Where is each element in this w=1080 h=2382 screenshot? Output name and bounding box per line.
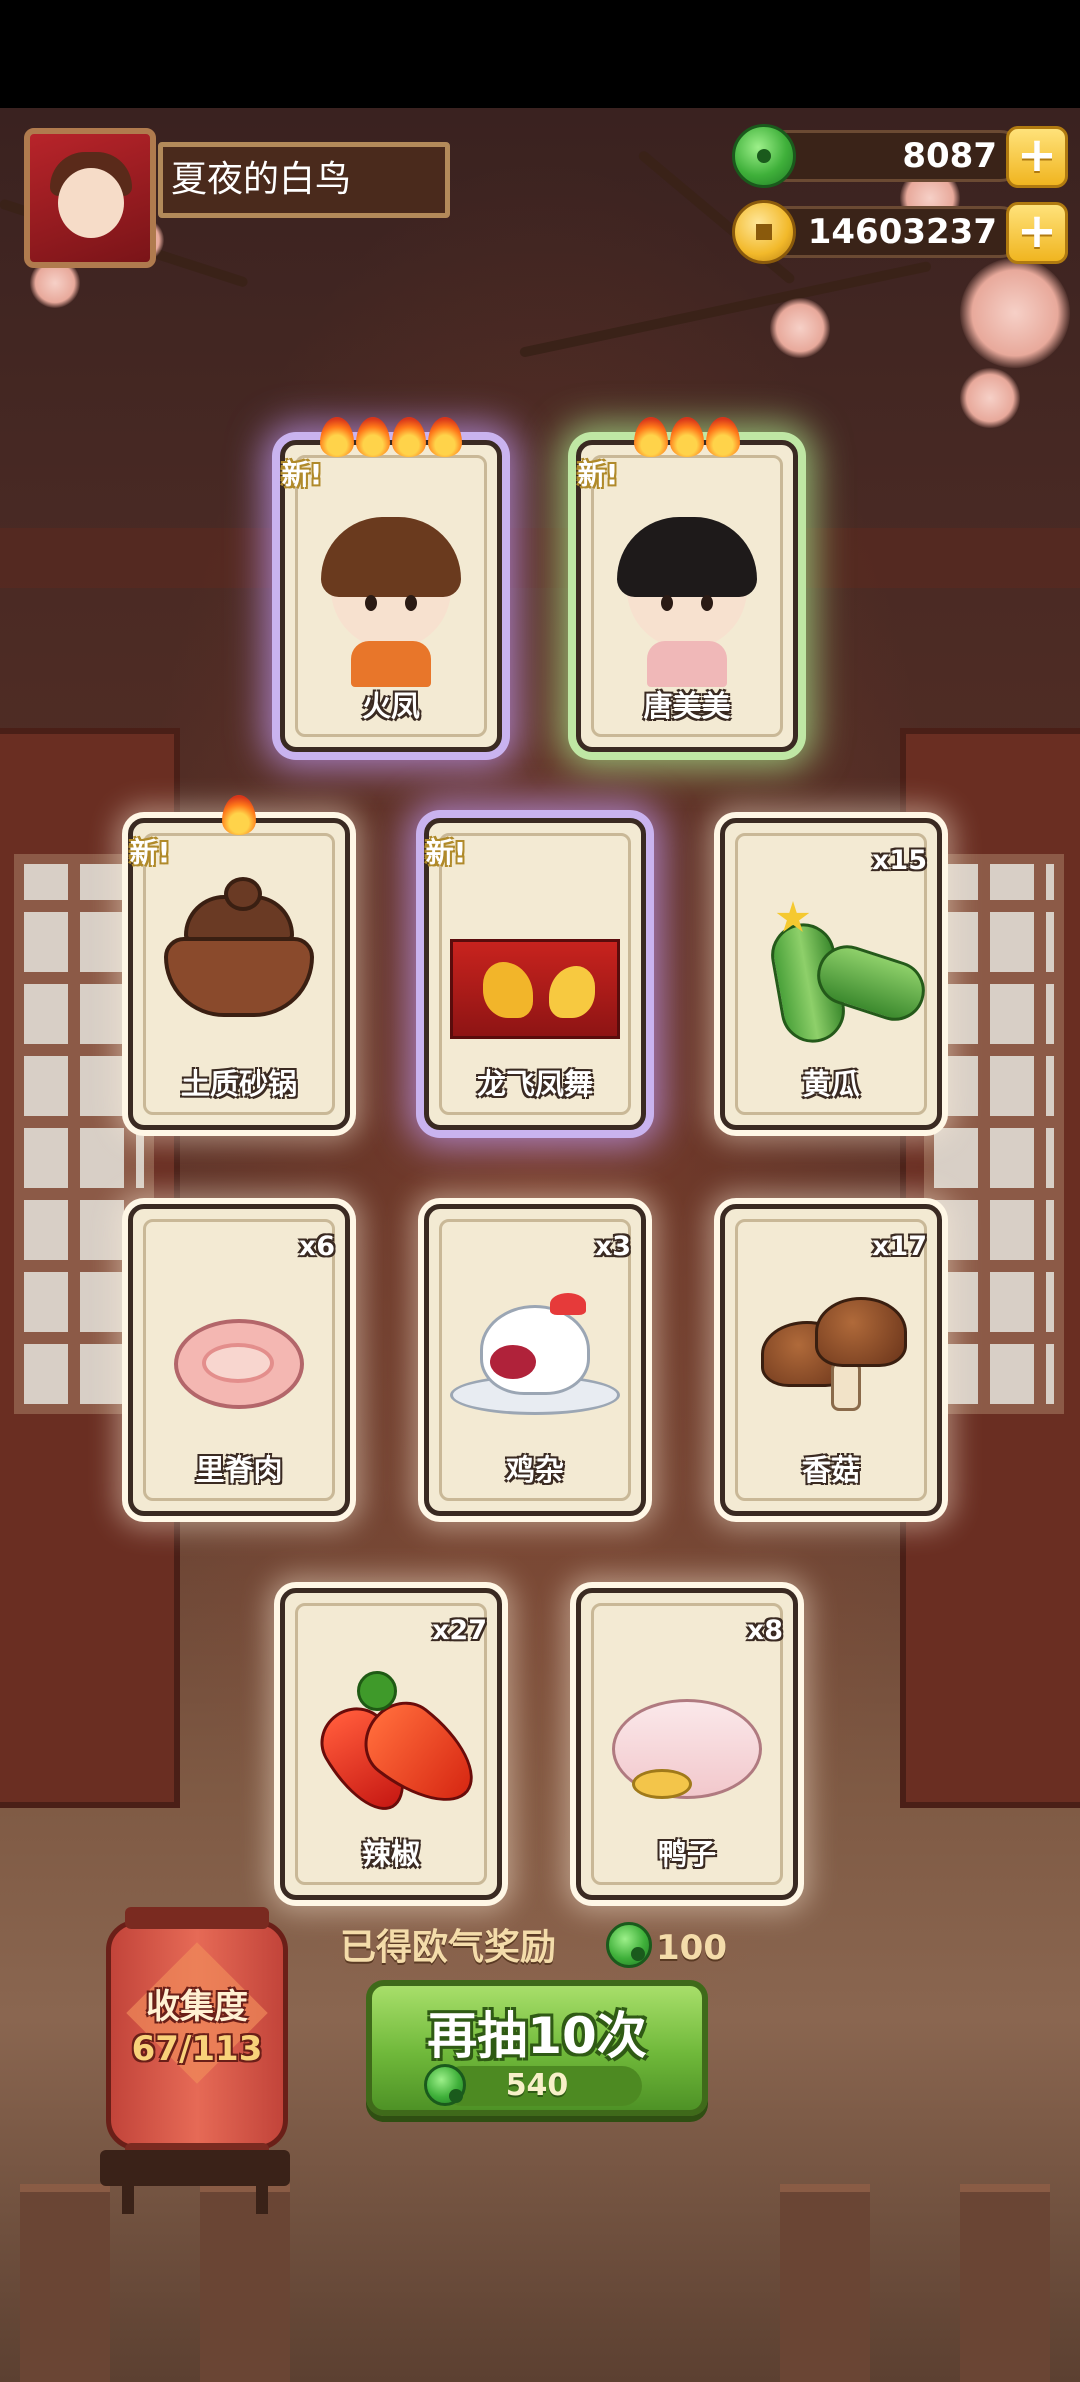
blossom-flower — [960, 258, 1070, 368]
character-portrait — [321, 517, 461, 687]
reward-card-dragon-phoenix[interactable]: 新! 龙飞凤舞 — [424, 818, 646, 1130]
collection-lantern-button[interactable]: 收集度 67/113 — [106, 1907, 288, 2165]
player-avatar[interactable] — [24, 128, 156, 268]
blossom-flower — [770, 298, 830, 358]
card-label: 里脊肉 — [195, 1453, 283, 1487]
character-outfit — [351, 641, 431, 687]
luck-reward-label: 已得欧气奖励 — [340, 1927, 557, 1968]
duck-icon — [602, 1679, 772, 1809]
reward-card-mushroom[interactable]: x17 香菇 — [720, 1204, 942, 1516]
reward-card-chicken-giblets[interactable]: x3 鸡杂 — [424, 1204, 646, 1516]
new-badge: 新! — [243, 451, 361, 501]
item-count: x6 — [298, 1231, 335, 1262]
eye — [661, 595, 673, 611]
clay-pot-icon — [164, 877, 314, 1017]
fence-post — [200, 2184, 290, 2382]
flame-icon — [670, 417, 704, 457]
avatar-face — [58, 168, 124, 238]
character-portrait — [617, 517, 757, 687]
add-coin-button[interactable]: + — [1006, 202, 1068, 264]
add-jade-button[interactable]: + — [1006, 126, 1068, 188]
card-label: 鸭子 — [657, 1837, 716, 1871]
new-badge: 新! — [91, 829, 209, 879]
eye — [365, 595, 377, 611]
card-label: 黄瓜 — [801, 1067, 860, 1101]
chicken-giblets-icon — [450, 1285, 620, 1425]
blossom-branch — [518, 260, 932, 358]
card-label: 鸡杂 — [505, 1453, 564, 1487]
eye — [701, 595, 713, 611]
draw-cost: 540 — [505, 2068, 569, 2103]
collection-progress: 67/113 — [131, 2029, 263, 2069]
item-count: x27 — [432, 1615, 487, 1646]
item-count: x17 — [872, 1231, 927, 1262]
dragon-dance-icon — [450, 939, 620, 1039]
reward-card-duck[interactable]: x8 鸭子 — [576, 1588, 798, 1900]
collection-label: 收集度 — [146, 1987, 248, 2027]
character-hair — [321, 517, 461, 597]
reward-card-cucumber[interactable]: x15 黄瓜 — [720, 818, 942, 1130]
fence-post — [780, 2184, 870, 2382]
reward-card-tangmeimei[interactable]: 新! 唐美美 — [576, 417, 798, 752]
item-count: x8 — [746, 1615, 783, 1646]
draw-again-button[interactable]: 再抽10次 540 — [366, 1980, 708, 2116]
flame-icon — [356, 417, 390, 457]
right-lattice-window — [924, 854, 1064, 1414]
character-head — [617, 517, 757, 687]
fence-post — [960, 2184, 1050, 2382]
flame-icon — [392, 417, 426, 457]
reward-card-clay-pot[interactable]: 新! 土质砂锅 — [128, 795, 350, 1130]
new-badge: 新! — [387, 829, 505, 879]
card-label: 香菇 — [801, 1453, 860, 1487]
jade-counter: 8087 — [760, 130, 1026, 182]
flame-icon — [222, 795, 256, 835]
item-count: x3 — [594, 1231, 631, 1262]
tenderloin-icon — [164, 1299, 314, 1419]
character-outfit — [647, 641, 727, 687]
lantern-stand — [100, 2150, 290, 2214]
card-label: 火凤 — [361, 689, 420, 723]
fence-post — [20, 2184, 110, 2382]
coin-icon — [732, 200, 796, 264]
player-name: 夏夜的白鸟 — [158, 142, 450, 218]
cucumber-icon — [746, 893, 933, 1048]
new-badge: 新! — [539, 451, 657, 501]
status-bar-area — [0, 0, 1080, 108]
chili-icon — [308, 1665, 493, 1826]
item-count: x15 — [872, 845, 927, 876]
reward-card-tenderloin[interactable]: x6 里脊肉 — [128, 1204, 350, 1516]
jade-icon — [606, 1922, 652, 1968]
card-label: 土质砂锅 — [180, 1067, 297, 1101]
draw-again-label: 再抽10次 — [427, 2007, 647, 2065]
flame-icon — [428, 417, 462, 457]
luck-reward-value: 100 — [656, 1928, 727, 1968]
character-head — [321, 517, 461, 687]
eye — [405, 595, 417, 611]
reward-card-chili[interactable]: x27 辣椒 — [280, 1588, 502, 1900]
character-hair — [617, 517, 757, 597]
wall-beam — [0, 528, 1080, 588]
flame-icon — [706, 417, 740, 457]
card-label: 龙飞凤舞 — [476, 1067, 593, 1101]
reward-card-huofeng[interactable]: 新! 火凤 — [280, 417, 502, 752]
card-label: 辣椒 — [361, 1837, 420, 1871]
coin-counter: 14603237 — [760, 206, 1026, 258]
blossom-flower — [960, 368, 1020, 428]
jade-icon — [732, 124, 796, 188]
card-label: 唐美美 — [643, 689, 731, 723]
mushroom-icon — [751, 1291, 911, 1431]
